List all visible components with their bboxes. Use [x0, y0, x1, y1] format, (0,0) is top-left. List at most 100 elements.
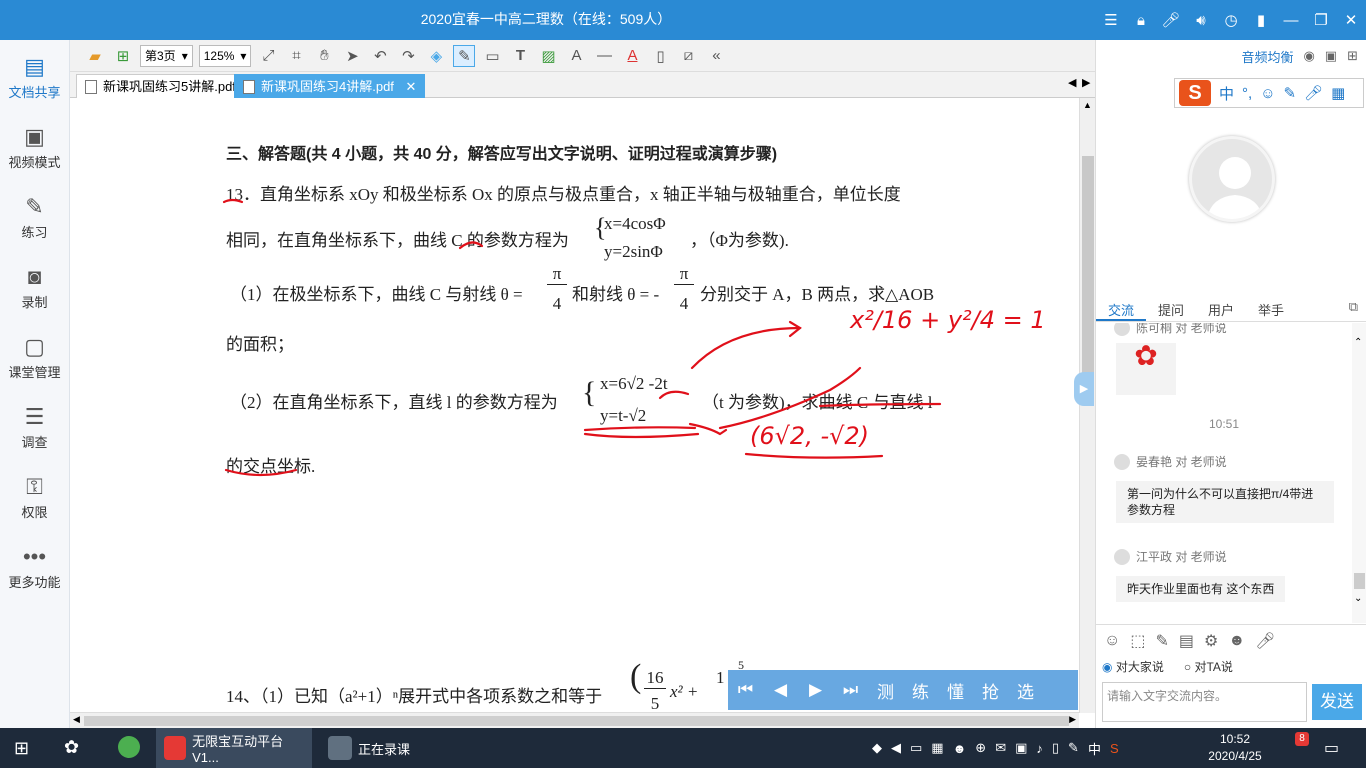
tray-wechat-icon[interactable]: ✉: [995, 740, 1006, 756]
scroll-up-icon[interactable]: ⌃: [1354, 337, 1362, 348]
first-page-icon[interactable]: ⏮: [728, 680, 763, 700]
clock-icon[interactable]: ◷: [1216, 11, 1246, 29]
sidebar-item-record[interactable]: ◙ 录制: [0, 250, 69, 320]
pen-icon[interactable]: ✎: [453, 44, 476, 67]
tray-battery-icon[interactable]: ▯: [1052, 740, 1059, 756]
close-tab-icon[interactable]: ✕: [406, 79, 417, 94]
text-icon[interactable]: T: [509, 45, 531, 67]
tab-practice-5[interactable]: 新课巩固练习5讲解.pdf: [76, 74, 245, 98]
tab-practice-4[interactable]: 新课巩固练习4讲解.pdf ✕: [234, 74, 426, 98]
save-icon[interactable]: ▤: [1179, 631, 1194, 651]
radio-everyone[interactable]: ◉ 对大家说: [1102, 658, 1164, 675]
sidebar-item-document-share[interactable]: ▤ 文档共享: [0, 40, 69, 110]
tab-raise-hand[interactable]: 举手: [1246, 294, 1296, 321]
tray-speaker-icon[interactable]: ♪: [1036, 741, 1043, 756]
menu-icon[interactable]: ☰: [1096, 11, 1126, 29]
tool-settings-icon[interactable]: ⧄: [677, 45, 699, 67]
blank-page-icon[interactable]: ▯: [649, 45, 671, 67]
microphone-icon[interactable]: 🎤︎: [1304, 84, 1323, 102]
scroll-right-icon[interactable]: ▶: [1069, 714, 1076, 725]
font-color-icon[interactable]: A: [621, 45, 643, 67]
tab-users[interactable]: 用户: [1196, 294, 1246, 321]
tray-ime-indicator[interactable]: 中: [1088, 739, 1101, 758]
page-select[interactable]: 第3页 ▾: [140, 44, 193, 67]
redo-icon[interactable]: ↷: [397, 45, 419, 67]
taskbar-app-wuxianbao[interactable]: 无限宝互动平台 V1...: [156, 728, 312, 768]
tray-volume-icon[interactable]: ◀: [891, 740, 901, 756]
expand-panel-button[interactable]: ▶: [1074, 372, 1094, 406]
test-button[interactable]: 测: [868, 678, 903, 703]
tray-display-icon[interactable]: ▦: [931, 740, 943, 756]
sidebar-item-video-mode[interactable]: ▣ 视频模式: [0, 110, 69, 180]
sidebar-item-class-management[interactable]: ▢ 课堂管理: [0, 320, 69, 390]
popout-icon[interactable]: ⧉: [1349, 299, 1358, 315]
close-button[interactable]: ✕: [1336, 11, 1366, 29]
crop-icon[interactable]: ⌗: [285, 45, 307, 67]
action-center-icon[interactable]: ▭: [1324, 738, 1339, 758]
line-width-icon[interactable]: —: [593, 45, 615, 67]
taskbar-clock[interactable]: 10:52 2020/4/25: [1200, 731, 1270, 765]
camera-settings-icon[interactable]: ◉: [1303, 48, 1314, 64]
tab-scroll-right-icon[interactable]: ▶: [1082, 76, 1090, 89]
tab-questions[interactable]: 提问: [1146, 294, 1196, 321]
users-icon[interactable]: ☻: [1228, 632, 1245, 650]
settings-icon[interactable]: ⚙: [1204, 631, 1218, 651]
emoji-icon[interactable]: ☺: [1104, 632, 1120, 650]
ime-language[interactable]: 中: [1219, 83, 1234, 104]
taskbar-app-recording[interactable]: 正在录课: [320, 728, 418, 768]
sidebar-item-more[interactable]: ••• 更多功能: [0, 530, 69, 600]
grab-button[interactable]: 抢: [973, 678, 1008, 703]
scroll-left-icon[interactable]: ◀: [73, 714, 80, 725]
audio-balance-button[interactable]: 音频均衡: [1241, 47, 1293, 66]
add-page-icon[interactable]: ⊞: [112, 45, 134, 67]
choose-button[interactable]: 选: [1008, 678, 1043, 703]
collapse-icon[interactable]: «: [705, 45, 727, 67]
font-size-icon[interactable]: A: [565, 45, 587, 67]
tray-cube-icon[interactable]: ◆: [872, 740, 882, 756]
pointer-icon[interactable]: ➤: [341, 45, 363, 67]
grid-icon[interactable]: ▦: [1331, 84, 1345, 102]
zoom-select[interactable]: 125% ▾: [198, 44, 252, 67]
sidebar-item-permissions[interactable]: ⚿ 权限: [0, 460, 69, 530]
tray-sogou-icon[interactable]: S: [1110, 741, 1119, 756]
tray-add-icon[interactable]: ⊕: [975, 740, 986, 756]
understand-button[interactable]: 懂: [938, 678, 973, 703]
chat-scrollbar[interactable]: ⌃ ⌄: [1352, 323, 1366, 623]
chat-input[interactable]: 请输入文字交流内容。: [1102, 682, 1307, 722]
tray-pen-icon[interactable]: ✎: [1068, 740, 1079, 756]
tab-chat[interactable]: 交流: [1096, 294, 1147, 321]
tab-scroll-left-icon[interactable]: ◀: [1068, 76, 1076, 89]
fit-screen-icon[interactable]: ⤢: [257, 45, 279, 67]
tray-window-icon[interactable]: ▭: [910, 740, 922, 756]
microphone-icon[interactable]: 🎤︎: [1156, 11, 1186, 29]
tray-user-icon[interactable]: ☻: [953, 741, 967, 756]
layout-icon[interactable]: ⊞: [1347, 48, 1358, 64]
open-folder-icon[interactable]: ▰: [84, 45, 106, 67]
vertical-scroll-thumb[interactable]: [1082, 156, 1094, 376]
emoji-icon[interactable]: ☺: [1260, 85, 1275, 102]
punctuation-icon[interactable]: °,: [1242, 85, 1252, 102]
windows-start-icon[interactable]: ⊞: [14, 738, 29, 759]
horizontal-scroll-thumb[interactable]: [84, 716, 1069, 726]
sidebar-item-practice[interactable]: ✎ 练习: [0, 180, 69, 250]
scroll-down-icon[interactable]: ⌄: [1354, 593, 1362, 604]
eraser-icon[interactable]: ◈: [425, 45, 447, 67]
undo-icon[interactable]: ↶: [369, 45, 391, 67]
restore-button[interactable]: ❐: [1306, 11, 1336, 29]
chat-scroll-thumb[interactable]: [1354, 573, 1365, 589]
image-icon[interactable]: ▨: [537, 45, 559, 67]
speaker-icon[interactable]: 🔊︎: [1186, 12, 1216, 29]
signal-icon[interactable]: ▮: [1246, 11, 1276, 29]
send-button[interactable]: 发送: [1312, 684, 1362, 720]
play-icon[interactable]: ▶: [798, 680, 833, 700]
last-page-icon[interactable]: ⏭: [833, 680, 868, 700]
edit-icon[interactable]: ✎: [1155, 631, 1168, 651]
practice-button[interactable]: 练: [903, 678, 938, 703]
hand-icon[interactable]: ✋︎: [313, 45, 335, 67]
app-icon-1[interactable]: ✿: [64, 737, 79, 758]
previous-page-icon[interactable]: ◀: [763, 680, 798, 700]
vertical-scrollbar[interactable]: ▲ ▶: [1074, 98, 1095, 713]
screenshot-icon[interactable]: ⬚: [1130, 631, 1145, 651]
sidebar-item-survey[interactable]: ☰ 调查: [0, 390, 69, 460]
radio-ta[interactable]: ○ 对TA说: [1184, 658, 1233, 675]
